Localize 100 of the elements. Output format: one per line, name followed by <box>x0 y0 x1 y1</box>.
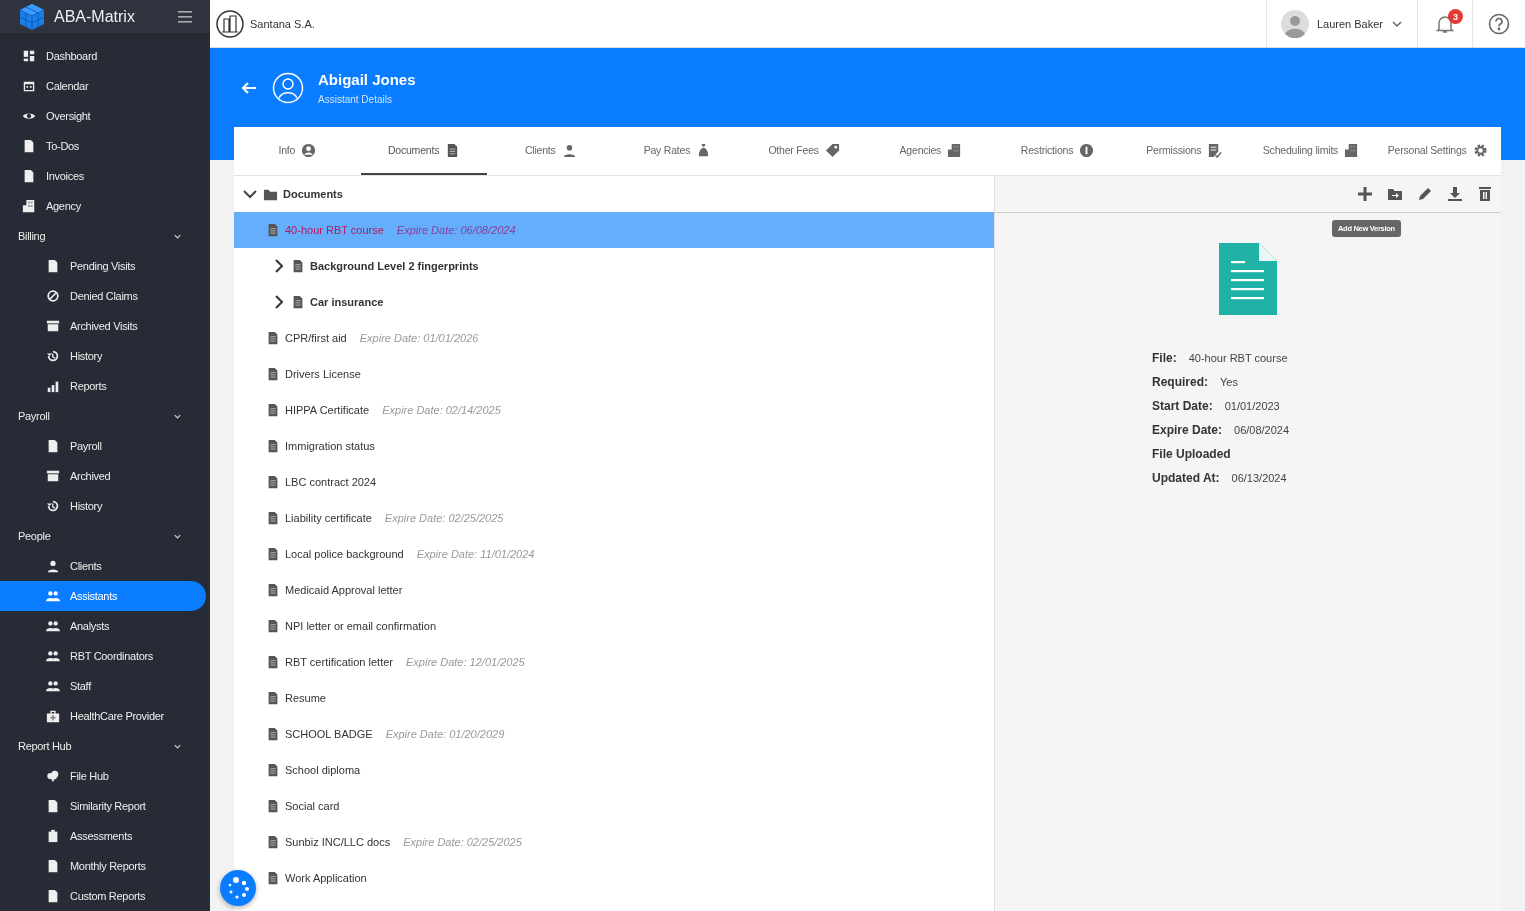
download-icon[interactable] <box>1447 186 1463 202</box>
tree-row[interactable]: Sunbiz INC/LLC docs Expire Date: 02/25/2025 <box>258 824 994 860</box>
trash-icon[interactable] <box>1477 186 1493 202</box>
user-name[interactable]: Lauren Baker <box>1316 17 1383 30</box>
sidebar-item[interactable]: Monthly Reports <box>0 851 206 881</box>
tab[interactable]: Other Fees <box>740 127 868 175</box>
sidebar-item[interactable]: Agency <box>0 191 206 221</box>
building-logo-icon <box>216 9 244 38</box>
sidebar-item[interactable]: Archived <box>0 461 206 491</box>
person-icon <box>46 559 60 573</box>
expire-date: Expire Date: 01/20/2029 <box>385 728 505 740</box>
ban-icon <box>46 289 60 303</box>
tree-row[interactable]: Drivers License <box>258 356 994 392</box>
field-value: 06/13/2024 <box>1231 472 1287 484</box>
tab[interactable]: Permissions <box>1120 127 1248 175</box>
sidebar-item[interactable]: Dashboard <box>0 41 206 71</box>
document-icon <box>266 799 280 813</box>
help-icon[interactable] <box>1488 12 1510 35</box>
document-name: LBC contract 2024 <box>285 476 377 488</box>
sidebar-item[interactable]: Payroll <box>0 431 206 461</box>
document-icon <box>22 139 36 153</box>
tree-row[interactable]: Social card <box>258 788 994 824</box>
sidebar-item[interactable]: Staff <box>0 671 206 701</box>
section-title: Payroll <box>18 410 50 422</box>
sidebar-item[interactable]: Archived Visits <box>0 311 206 341</box>
tag-icon <box>824 142 840 158</box>
document-name: Resume <box>285 692 326 704</box>
sidebar-item[interactable]: Analysts <box>0 611 206 641</box>
sidebar-item[interactable]: HealthCare Provider <box>0 701 206 731</box>
document-name: Medicaid Approval letter <box>285 584 403 596</box>
field-label: File: <box>1152 351 1177 365</box>
archive-icon <box>46 469 60 483</box>
chevron-icon[interactable] <box>272 258 286 274</box>
document-name: Immigration status <box>285 440 375 452</box>
document-icon <box>266 871 280 885</box>
tree-row[interactable]: NPI letter or email confirmation <box>258 608 994 644</box>
expire-date: Expire Date: 12/01/2025 <box>406 656 525 668</box>
tree-row[interactable]: HIPPA Certificate Expire Date: 02/14/2025 <box>258 392 994 428</box>
people-icon <box>46 649 60 663</box>
grid-icon <box>22 49 36 63</box>
tab[interactable]: Documents <box>360 127 488 175</box>
tree-row[interactable]: Immigration status <box>258 428 994 464</box>
sidebar-item[interactable]: Invoices <box>0 161 206 191</box>
document-icon <box>266 655 280 669</box>
menu-icon[interactable] <box>178 11 192 23</box>
tree-row[interactable]: Medicaid Approval letter <box>258 572 994 608</box>
sidebar-item[interactable]: RBT Coordinators <box>0 641 206 671</box>
document-icon <box>46 259 60 273</box>
expire-date: Expire Date: 01/01/2026 <box>359 332 479 344</box>
sidebar-item[interactable]: History <box>0 491 206 521</box>
sidebar-item[interactable]: To-Dos <box>0 131 206 161</box>
cloud-icon <box>46 769 60 783</box>
sidebar-item[interactable]: Similarity Report <box>0 791 206 821</box>
people-icon <box>46 589 60 603</box>
tab[interactable]: Pay Rates <box>614 127 741 175</box>
tab[interactable]: Scheduling limits <box>1247 127 1375 175</box>
tree-label[interactable]: Documents <box>283 188 343 200</box>
tree-row[interactable]: Background Level 2 fingerprints <box>258 248 994 284</box>
field-value: Yes <box>1220 376 1238 388</box>
sidebar-item[interactable]: File Hub <box>0 761 206 791</box>
tree-row[interactable]: Car insurance <box>258 284 994 320</box>
tree-row[interactable]: Resume <box>258 680 994 716</box>
tree-row[interactable]: RBT certification letter Expire Date: 12/01/2025 <box>258 644 994 680</box>
section-title: People <box>18 530 51 542</box>
tab[interactable]: Clients <box>487 127 615 175</box>
document-name: HIPPA Certificate <box>285 404 370 416</box>
sidebar-item[interactable]: Assessments <box>0 821 206 851</box>
tree-row[interactable]: School diploma <box>258 752 994 788</box>
tab[interactable]: Info <box>234 127 361 175</box>
document-name: RBT certification letter <box>285 656 393 668</box>
field-value: 40-hour RBT course <box>1188 352 1288 364</box>
sidebar-item[interactable]: Denied Claims <box>0 281 206 311</box>
bell-icon[interactable] <box>1435 13 1455 34</box>
document-icon <box>266 223 280 237</box>
tree-row[interactable]: Work Application <box>258 860 994 896</box>
tree-row[interactable]: Local police background Expire Date: 11/01/2024 <box>258 536 994 572</box>
pencil-icon[interactable] <box>1417 186 1433 202</box>
history-icon <box>46 499 60 513</box>
document-name: School diploma <box>285 764 361 776</box>
tab[interactable]: Personal Settings <box>1374 127 1502 175</box>
document-icon <box>266 727 280 741</box>
sidebar-item[interactable]: Reports <box>0 371 206 401</box>
sidebar-item[interactable]: Clients <box>0 551 206 581</box>
sidebar-item[interactable]: History <box>0 341 206 371</box>
tree-row[interactable]: Liability certificate Expire Date: 02/25/2025 <box>258 500 994 536</box>
document-icon <box>46 889 60 903</box>
sidebar-item[interactable]: Calendar <box>0 71 206 101</box>
folder-arrow-icon[interactable] <box>1387 186 1403 202</box>
sidebar-item[interactable]: Oversight <box>0 101 206 131</box>
sidebar-item[interactable]: Assistants <box>0 581 206 611</box>
tab[interactable]: Restrictions <box>994 127 1121 175</box>
tree-row[interactable]: CPR/first aid Expire Date: 01/01/2026 <box>258 320 994 356</box>
sidebar-item[interactable]: Pending Visits <box>0 251 206 281</box>
add-icon[interactable] <box>1357 186 1373 202</box>
chevron-icon[interactable] <box>272 294 286 310</box>
tree-row[interactable]: LBC contract 2024 <box>258 464 994 500</box>
avatar-icon[interactable] <box>1280 9 1309 38</box>
sidebar-item[interactable]: Custom Reports <box>0 881 206 911</box>
tab[interactable]: Agencies <box>867 127 995 175</box>
tree-row[interactable]: SCHOOL BADGE Expire Date: 01/20/2029 <box>258 716 994 752</box>
